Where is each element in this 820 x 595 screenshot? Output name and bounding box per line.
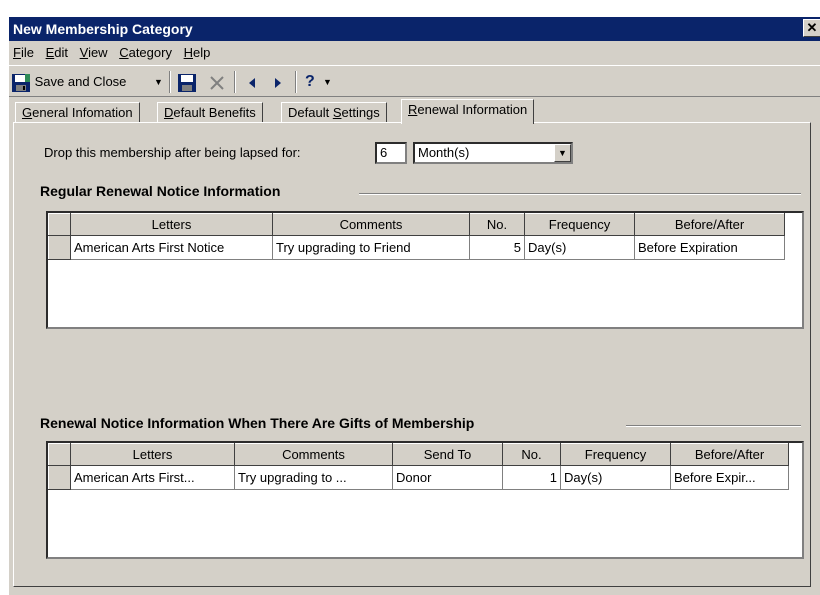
column-header-frequency[interactable]: Frequency bbox=[524, 213, 635, 236]
regular-section-divider bbox=[359, 193, 801, 195]
cell-frequency[interactable]: Day(s) bbox=[560, 465, 671, 490]
lapse-duration-value: 6 bbox=[380, 145, 388, 160]
column-header-no[interactable]: No. bbox=[502, 443, 561, 466]
cell-no[interactable]: 1 bbox=[502, 465, 561, 490]
menu-category[interactable]: Category bbox=[115, 42, 176, 64]
column-header-frequency[interactable]: Frequency bbox=[560, 443, 671, 466]
help-dropdown[interactable]: ▼ bbox=[323, 70, 332, 94]
column-header-comments[interactable]: Comments bbox=[272, 213, 470, 236]
help-icon: ? bbox=[305, 73, 315, 90]
menu-bar: File Edit View Category Help bbox=[9, 42, 820, 64]
renewal-information-panel: Drop this membership after being lapsed … bbox=[13, 122, 811, 587]
cell-comments[interactable]: Try upgrading to ... bbox=[234, 465, 393, 490]
cell-before-after[interactable]: Before Expiration bbox=[634, 235, 785, 260]
drop-membership-label: Drop this membership after being lapsed … bbox=[44, 145, 301, 160]
cell-frequency[interactable]: Day(s) bbox=[524, 235, 635, 260]
gifts-section-divider bbox=[626, 425, 801, 427]
cell-letters[interactable]: American Arts First Notice bbox=[70, 235, 273, 260]
save-button[interactable] bbox=[177, 70, 197, 94]
tab-default-settings[interactable]: Default Settings bbox=[281, 102, 387, 123]
row-selector[interactable] bbox=[48, 235, 71, 260]
cell-send-to[interactable]: Donor bbox=[392, 465, 503, 490]
column-header-before-after[interactable]: Before/After bbox=[670, 443, 789, 466]
menu-file[interactable]: File bbox=[9, 42, 38, 64]
help-button[interactable]: ? bbox=[305, 70, 315, 94]
table-row[interactable]: American Arts First Notice Try upgrading… bbox=[48, 235, 785, 260]
toolbar: Save and Close ▼ ? ▼ bbox=[9, 65, 820, 97]
lapse-unit-select[interactable]: Month(s) ▼ bbox=[413, 142, 573, 164]
close-icon[interactable]: ✕ bbox=[803, 19, 820, 37]
tab-strip: General Infomation Default Benefits Defa… bbox=[9, 99, 820, 124]
gifts-section-title: Renewal Notice Information When There Ar… bbox=[40, 415, 483, 431]
cell-comments[interactable]: Try upgrading to Friend bbox=[272, 235, 470, 260]
save-options-dropdown[interactable]: ▼ bbox=[154, 70, 163, 94]
save-and-close-button[interactable]: Save and Close bbox=[11, 70, 126, 94]
column-header-no[interactable]: No. bbox=[469, 213, 525, 236]
row-header-corner bbox=[48, 213, 71, 236]
gift-notices-grid[interactable]: Letters Comments Send To No. Frequency B… bbox=[46, 441, 804, 559]
delete-x-icon bbox=[210, 75, 224, 90]
column-header-send-to[interactable]: Send To bbox=[392, 443, 503, 466]
tab-general-information[interactable]: General Infomation bbox=[15, 102, 140, 123]
lapse-duration-input[interactable]: 6 bbox=[375, 142, 407, 164]
tab-default-benefits[interactable]: Default Benefits bbox=[157, 102, 263, 123]
chevron-down-icon[interactable]: ▼ bbox=[554, 144, 571, 162]
row-selector[interactable] bbox=[48, 465, 71, 490]
title-bar: New Membership Category ✕ bbox=[9, 17, 820, 41]
cell-before-after[interactable]: Before Expir... bbox=[670, 465, 789, 490]
floppy-disk-icon bbox=[12, 73, 30, 92]
arrow-right-icon bbox=[275, 77, 281, 88]
table-row[interactable]: American Arts First... Try upgrading to … bbox=[48, 465, 789, 490]
next-button[interactable] bbox=[271, 70, 285, 94]
arrow-left-icon bbox=[249, 77, 255, 88]
column-header-letters[interactable]: Letters bbox=[70, 213, 273, 236]
regular-section-title: Regular Renewal Notice Information bbox=[40, 183, 289, 199]
save-icon bbox=[178, 73, 196, 92]
column-header-letters[interactable]: Letters bbox=[70, 443, 235, 466]
delete-button[interactable] bbox=[207, 70, 227, 94]
menu-edit[interactable]: Edit bbox=[42, 42, 72, 64]
membership-category-window: New Membership Category ✕ File Edit View… bbox=[8, 16, 820, 595]
column-header-before-after[interactable]: Before/After bbox=[634, 213, 785, 236]
lapse-unit-value: Month(s) bbox=[418, 145, 470, 160]
save-and-close-label: Save and Close bbox=[34, 74, 127, 89]
menu-help[interactable]: Help bbox=[180, 42, 215, 64]
regular-notices-grid[interactable]: Letters Comments No. Frequency Before/Af… bbox=[46, 211, 804, 329]
tab-renewal-information[interactable]: Renewal Information bbox=[401, 99, 535, 124]
previous-button[interactable] bbox=[245, 70, 259, 94]
cell-no[interactable]: 5 bbox=[469, 235, 525, 260]
window-title: New Membership Category bbox=[13, 21, 193, 37]
column-header-comments[interactable]: Comments bbox=[234, 443, 393, 466]
cell-letters[interactable]: American Arts First... bbox=[70, 465, 235, 490]
menu-view[interactable]: View bbox=[76, 42, 112, 64]
row-header-corner bbox=[48, 443, 71, 466]
